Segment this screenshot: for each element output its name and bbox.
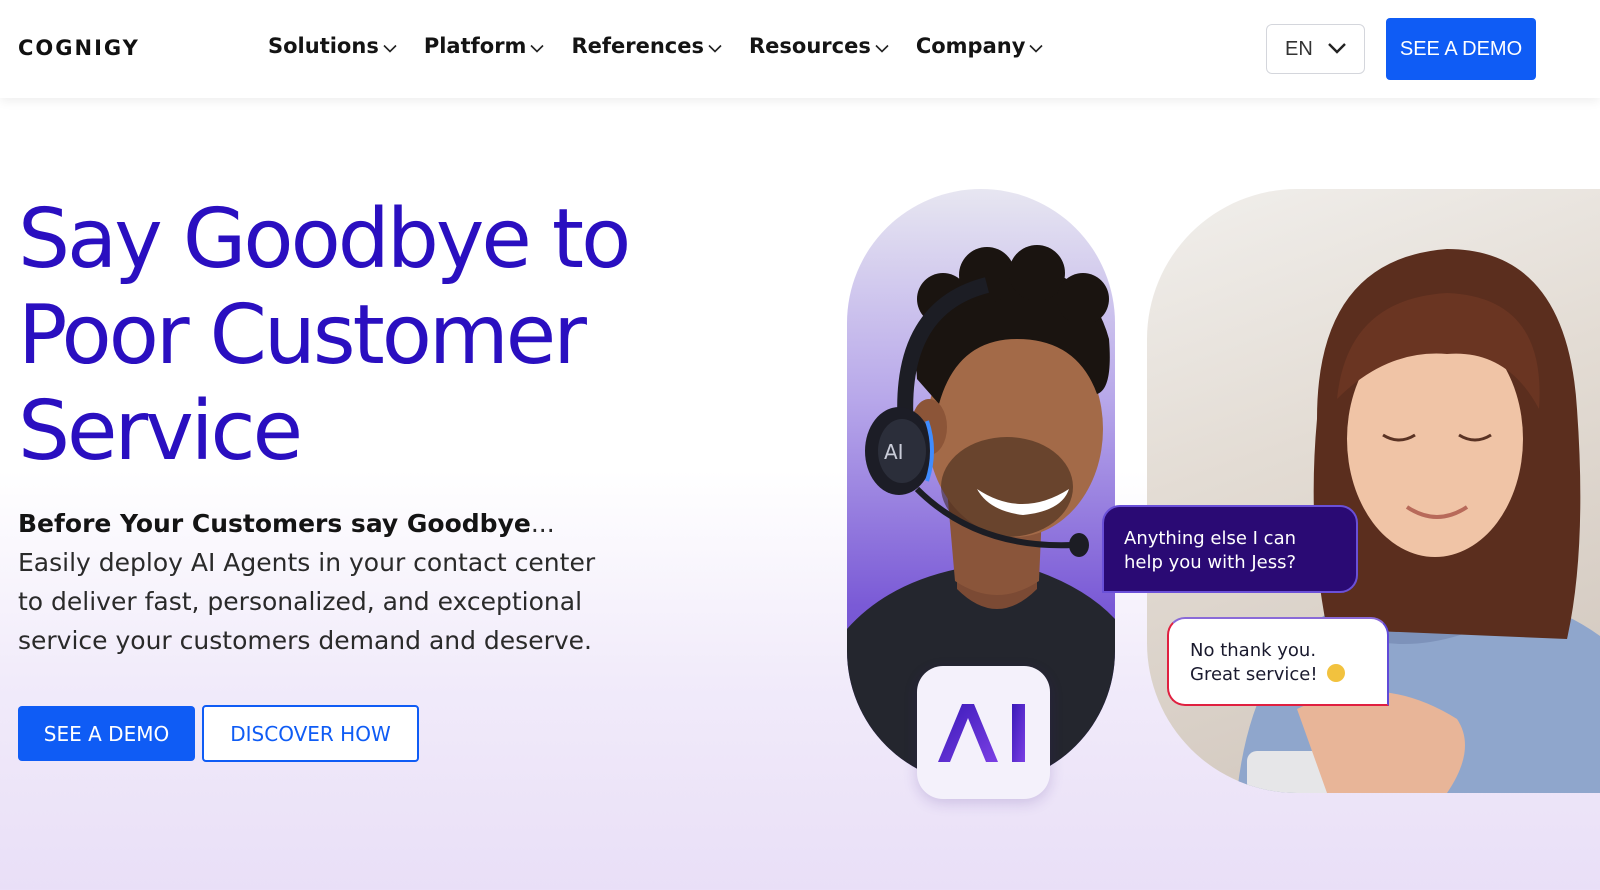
see-demo-button-header[interactable]: SEE A DEMO <box>1386 18 1536 80</box>
nav-item-label: Company <box>915 34 1026 58</box>
language-selector[interactable]: EN <box>1266 24 1365 74</box>
nav-item-label: Platform <box>423 34 527 58</box>
ai-chat-bubble: Anything else I can help you with Jess? <box>1102 505 1358 593</box>
nav-item-references[interactable]: References <box>571 34 722 58</box>
nav-item-solutions[interactable]: Solutions <box>268 34 397 58</box>
chevron-down-icon <box>708 44 722 53</box>
hero-title: Say Goodbye to Poor Customer Service <box>18 192 698 480</box>
user-chat-text: No thank you. Great service! <box>1190 640 1318 685</box>
language-value: EN <box>1285 37 1313 60</box>
grimace-emoji-icon <box>1327 664 1346 682</box>
chevron-down-icon <box>530 44 545 53</box>
nav-item-company[interactable]: Company <box>916 34 1044 58</box>
see-demo-button[interactable]: SEE A DEMO <box>18 706 195 761</box>
hero-title-line: Poor Customer <box>18 288 587 383</box>
main-nav: Solutions Platform References Resources … <box>268 34 1070 58</box>
hero-description: Before Your Customers say Goodbye... Eas… <box>18 504 618 660</box>
chevron-down-icon <box>875 44 889 53</box>
nav-item-label: Solutions <box>268 34 379 58</box>
headset-label: AI <box>884 440 904 464</box>
nav-item-platform[interactable]: Platform <box>424 34 545 58</box>
chevron-down-icon <box>1029 44 1043 53</box>
site-header: COGNIGY Solutions Platform References Re… <box>0 0 1600 98</box>
hero-title-line: Service <box>18 384 303 479</box>
chevron-down-icon <box>1328 43 1346 54</box>
hero-description-bold: Before Your Customers say Goodbye <box>18 509 531 538</box>
nav-item-label: Resources <box>748 34 871 58</box>
discover-how-button[interactable]: DISCOVER HOW <box>202 705 419 762</box>
cognigy-logo[interactable]: COGNIGY <box>18 36 140 60</box>
hero-title-line: Say Goodbye to <box>18 192 631 287</box>
ai-badge: AI <box>917 666 1050 799</box>
user-chat-bubble: No thank you. Great service! <box>1167 617 1389 706</box>
ai-chat-text: Anything else I can help you with Jess? <box>1124 528 1297 573</box>
nav-item-resources[interactable]: Resources <box>749 34 889 58</box>
nav-item-label: References <box>571 34 704 58</box>
chevron-down-icon <box>383 44 397 53</box>
ai-logo-icon <box>937 703 1025 762</box>
